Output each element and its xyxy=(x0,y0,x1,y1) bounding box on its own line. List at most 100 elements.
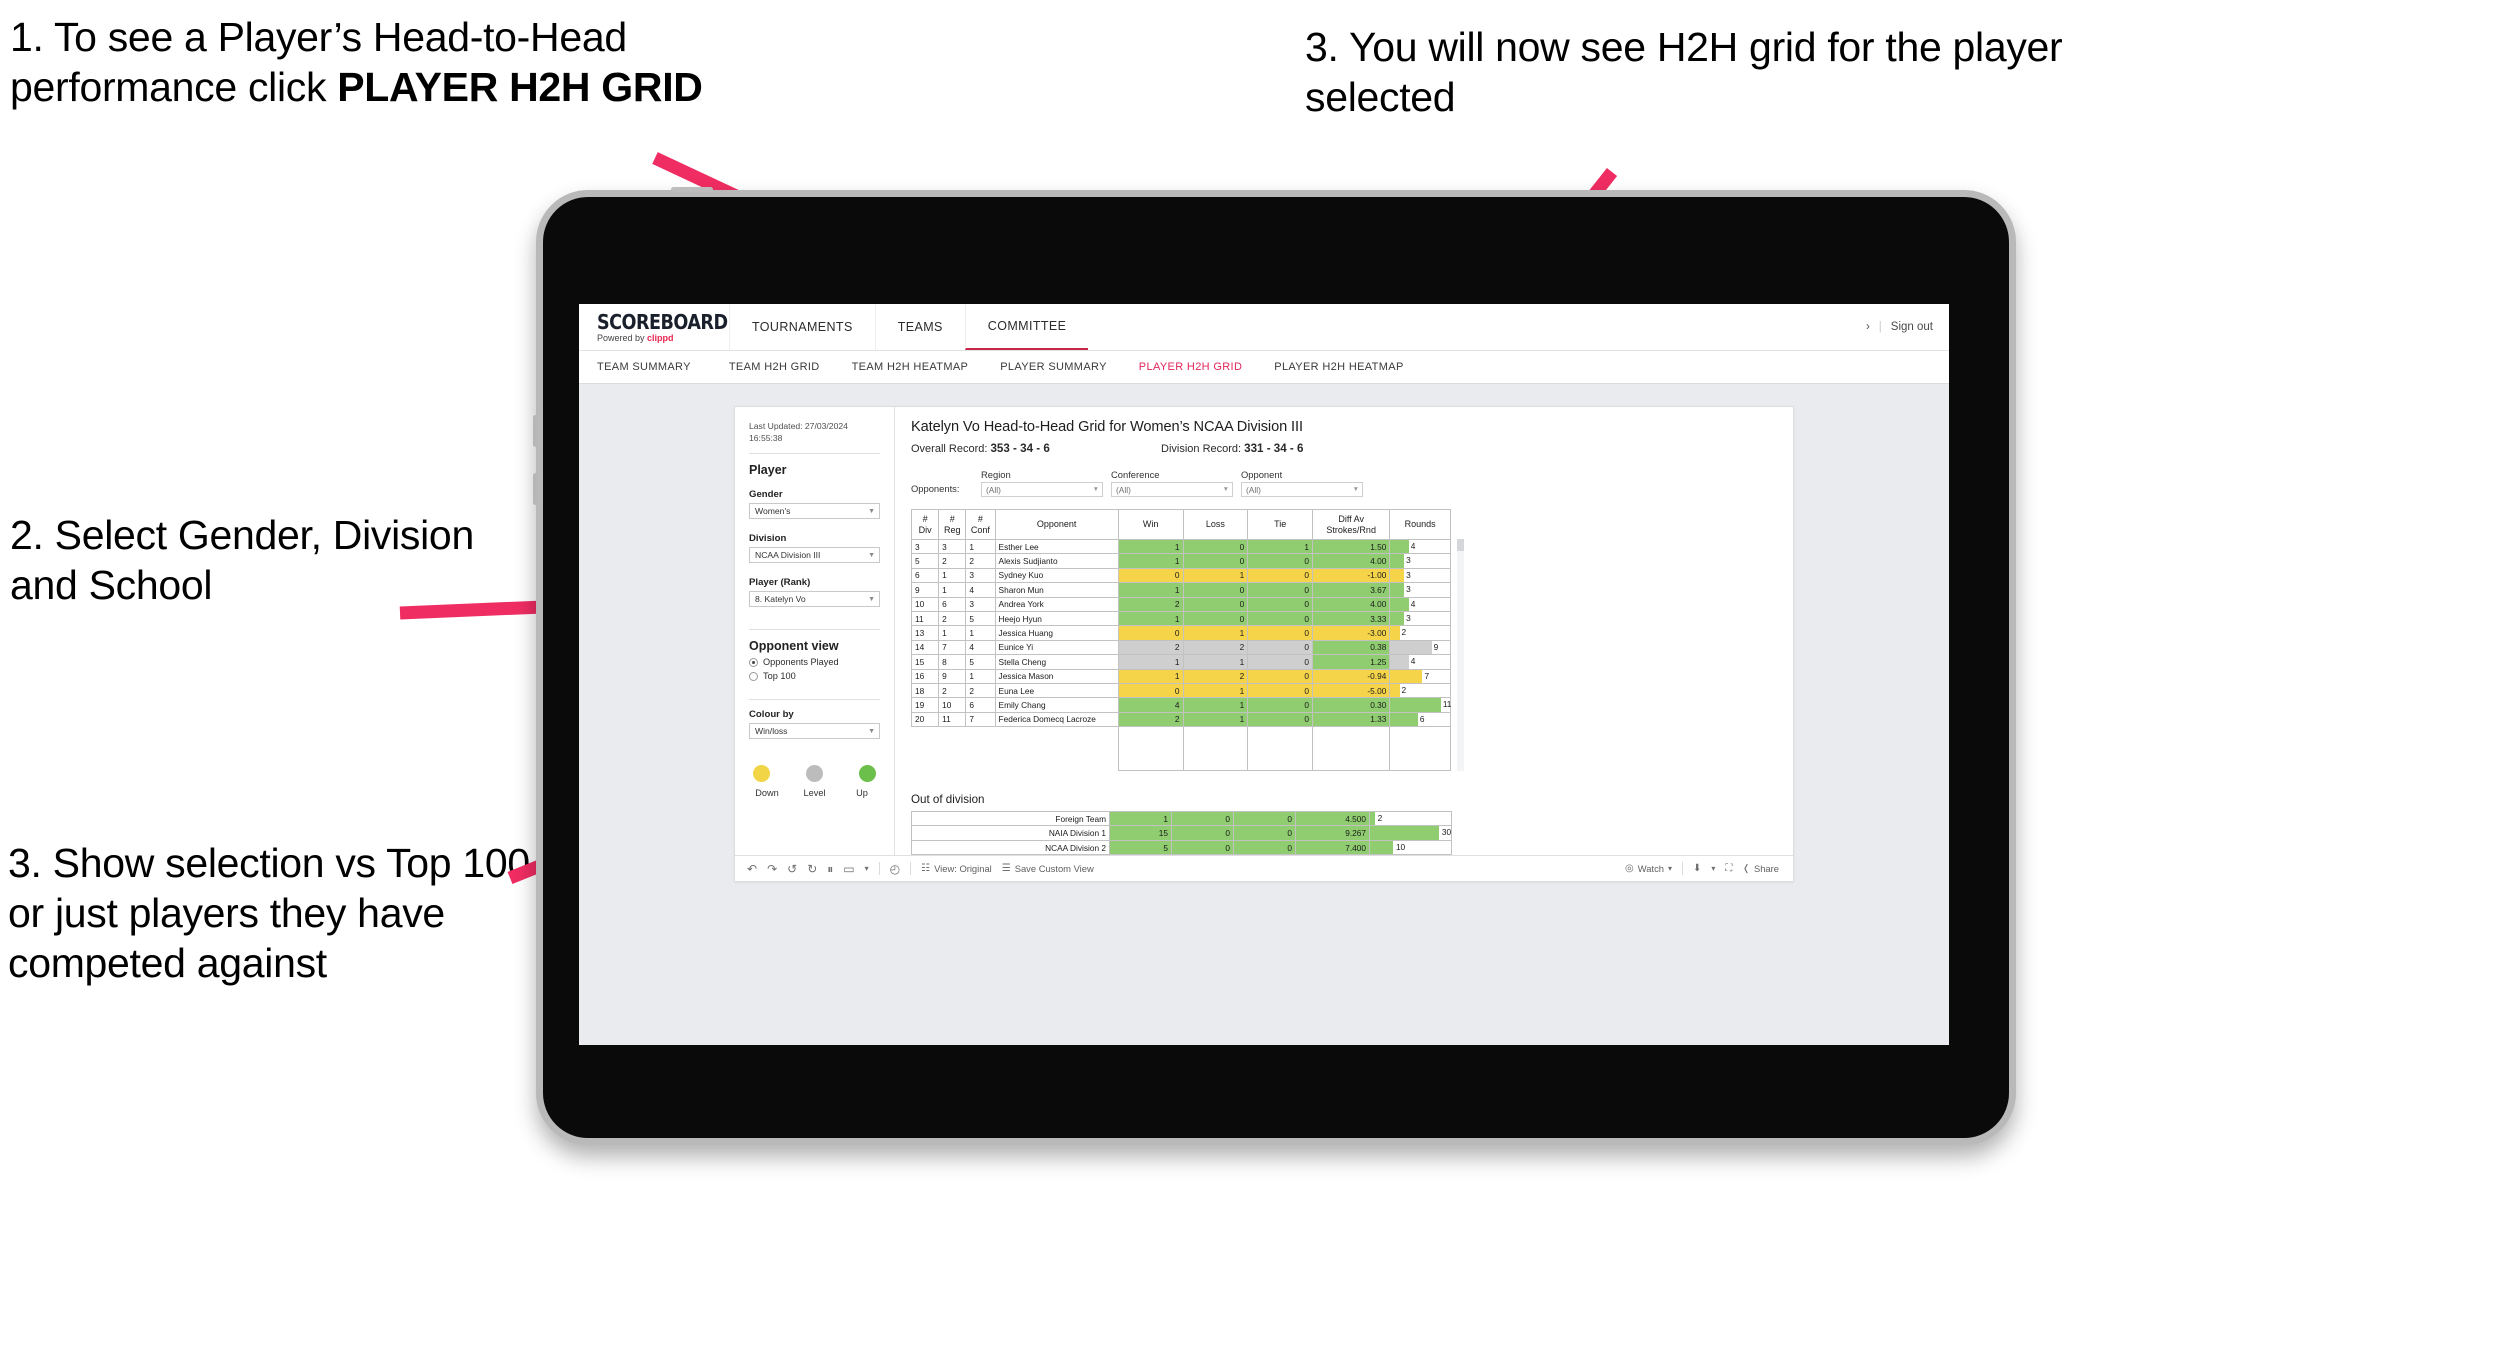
gender-label: Gender xyxy=(749,489,783,501)
account-chevron-icon[interactable]: › xyxy=(1866,321,1870,333)
clock-icon[interactable]: ◴ xyxy=(890,863,900,875)
fullscreen-icon[interactable]: ⛶ xyxy=(1725,863,1732,874)
cell-ood-tie: 0 xyxy=(1233,825,1296,841)
colour-legend-dots xyxy=(753,765,876,783)
annotation-3: 3. Show selection vs Top 100 or just pla… xyxy=(8,840,530,987)
revert-icon[interactable]: ↺ xyxy=(787,863,797,875)
radio-top-100[interactable]: Top 100 xyxy=(749,671,880,681)
gender-field: Gender Women's ▼ xyxy=(749,489,880,520)
slide-canvas: 1. To see a Player’s Head-to-Head perfor… xyxy=(0,0,2512,1352)
opponent-filter: Opponent (All) ▼ xyxy=(1241,469,1363,497)
cell-tie: 0 xyxy=(1247,654,1314,670)
view-original-button[interactable]: ☷ View: Original xyxy=(921,863,992,874)
table-row[interactable]: 16 9 1 Jessica Mason 1 2 0 -0.94 7 xyxy=(910,668,1451,684)
table-scrollbar-thumb[interactable] xyxy=(1457,539,1464,551)
cell-tie: 0 xyxy=(1247,582,1314,598)
cell-rounds: 3 xyxy=(1389,582,1451,598)
main-nav-tournaments[interactable]: TOURNAMENTS xyxy=(729,304,875,350)
table-row[interactable]: 5 2 2 Alexis Sudjianto 1 0 0 4.00 3 xyxy=(910,553,1451,569)
cell-tie: 1 xyxy=(1247,538,1314,555)
header-divider: | xyxy=(1878,321,1882,333)
cell-win: 2 xyxy=(1117,639,1184,656)
gender-select[interactable]: Women's ▼ xyxy=(749,503,880,520)
subnav-player-h2h-grid[interactable]: PLAYER H2H GRID xyxy=(1123,351,1258,384)
cell-div: 13 xyxy=(910,625,940,641)
save-custom-view-button[interactable]: ☰ Save Custom View xyxy=(1002,863,1094,874)
cell-ood-loss: 0 xyxy=(1171,839,1234,856)
player-rank-select[interactable]: 8. Katelyn Vo ▼ xyxy=(749,591,880,608)
subnav-team-summary[interactable]: TEAM SUMMARY xyxy=(597,351,713,384)
app-logo[interactable]: SCOREBOARD Powered by clippd xyxy=(597,312,729,343)
cell-rounds: 3 xyxy=(1389,567,1451,584)
table-scrollbar[interactable] xyxy=(1457,539,1464,772)
legend-label-down: Down xyxy=(755,788,779,799)
cell-loss: 2 xyxy=(1182,668,1249,684)
cell-ood-win: 5 xyxy=(1109,839,1172,856)
opponent-filters: Opponents: Region (All) ▼ Conference (Al… xyxy=(911,469,1777,497)
conference-filter-select[interactable]: (All) ▼ xyxy=(1111,482,1233,497)
col-loss: Loss xyxy=(1182,509,1249,540)
cell-reg: 2 xyxy=(938,553,967,569)
logo-subtitle-brand: clippd xyxy=(647,332,674,343)
main-nav-committee[interactable]: COMMITTEE xyxy=(964,304,1089,350)
download-icon[interactable]: ⬇ xyxy=(1693,863,1701,874)
table-row[interactable]: 3 3 1 Esther Lee 1 0 1 1.50 4 xyxy=(910,538,1451,555)
cell-opponent: Sydney Kuo xyxy=(994,567,1119,584)
refresh-icon[interactable]: ↻ xyxy=(807,863,817,875)
view-icon: ☷ xyxy=(921,862,931,874)
cell-rounds: 3 xyxy=(1389,553,1451,569)
cell-tie: 0 xyxy=(1247,567,1314,584)
table-row[interactable]: 19 10 6 Emily Chang 4 1 0 0.30 11 xyxy=(910,697,1451,713)
colour-by-select[interactable]: Win/loss ▼ xyxy=(749,723,880,740)
device-layout-icon[interactable]: ▭ xyxy=(843,863,854,875)
tablet-volume-down-button xyxy=(533,473,538,505)
cell-opponent: Stella Cheng xyxy=(994,654,1119,670)
chevron-down-icon[interactable]: ▾ xyxy=(1711,864,1715,873)
region-filter-select[interactable]: (All) ▼ xyxy=(981,482,1103,497)
annotation-1: 1. To see a Player’s Head-to-Head perfor… xyxy=(10,12,770,112)
pause-auto-update-icon[interactable]: ⏸ xyxy=(827,863,833,875)
cell-reg: 1 xyxy=(938,625,967,641)
logo-subtitle-prefix: Powered by xyxy=(597,332,648,343)
share-button[interactable]: ❬ Share xyxy=(1742,863,1779,874)
out-of-division-row[interactable]: NCAA Division 2 5 0 0 7.400 10 xyxy=(911,839,1452,856)
table-row[interactable]: 10 6 3 Andrea York 2 0 0 4.00 4 xyxy=(910,596,1451,612)
division-field: Division NCAA Division III ▼ xyxy=(749,533,880,564)
cell-reg: 2 xyxy=(938,610,967,627)
main-nav-teams[interactable]: TEAMS xyxy=(874,304,965,350)
cell-win: 1 xyxy=(1117,668,1184,684)
table-row[interactable]: 9 1 4 Sharon Mun 1 0 0 3.67 3 xyxy=(910,582,1451,598)
watch-button[interactable]: ◎ Watch ▾ xyxy=(1625,863,1672,874)
cell-loss: 1 xyxy=(1182,654,1249,670)
cell-tie: 0 xyxy=(1247,610,1314,627)
table-row[interactable]: 18 2 2 Euna Lee 0 1 0 -5.00 2 xyxy=(910,682,1451,699)
radio-opponents-played[interactable]: Opponents Played xyxy=(749,657,880,667)
opponent-filter-select[interactable]: (All) ▼ xyxy=(1241,482,1363,497)
subnav-team-h2h-heatmap[interactable]: TEAM H2H HEATMAP xyxy=(836,351,985,384)
table-row[interactable]: 14 7 4 Eunice Yi 2 2 0 0.38 9 xyxy=(910,639,1451,656)
table-row[interactable]: 13 1 1 Jessica Huang 0 1 0 -3.00 2 xyxy=(910,625,1451,641)
cell-conf: 1 xyxy=(965,625,996,641)
redo-icon[interactable]: ↷ xyxy=(767,863,777,875)
table-row[interactable]: 15 8 5 Stella Cheng 1 1 0 1.25 4 xyxy=(910,654,1451,670)
cell-opponent: Federica Domecq Lacroze xyxy=(994,711,1119,728)
subnav-player-h2h-heatmap[interactable]: PLAYER H2H HEATMAP xyxy=(1258,351,1419,384)
division-select[interactable]: NCAA Division III ▼ xyxy=(749,547,880,564)
app-header-right: › | Sign out xyxy=(1866,304,1933,350)
sign-out-link[interactable]: Sign out xyxy=(1891,321,1933,333)
table-row[interactable]: 6 1 3 Sydney Kuo 0 1 0 -1.00 3 xyxy=(910,567,1451,584)
app-header: SCOREBOARD Powered by clippd TOURNAMENTS… xyxy=(579,304,1949,351)
chevron-down-icon: ▼ xyxy=(868,507,875,515)
subnav-player-summary[interactable]: PLAYER SUMMARY xyxy=(984,351,1123,384)
cell-tie: 0 xyxy=(1247,553,1314,569)
cell-rounds: 9 xyxy=(1389,639,1451,656)
table-row[interactable]: 11 2 5 Heejo Hyun 1 0 0 3.33 3 xyxy=(910,610,1451,627)
cell-ood-tie: 0 xyxy=(1233,839,1296,856)
table-row[interactable]: 20 11 7 Federica Domecq Lacroze 2 1 0 1.33 6 xyxy=(910,711,1451,728)
out-of-division-row[interactable]: Foreign Team 1 0 0 4.500 2 xyxy=(911,811,1452,827)
cell-tie: 0 xyxy=(1247,697,1314,713)
out-of-division-row[interactable]: NAIA Division 1 15 0 0 9.267 30 xyxy=(911,825,1452,841)
chevron-down-icon[interactable]: ▾ xyxy=(865,864,869,873)
undo-icon[interactable]: ↶ xyxy=(747,863,757,875)
subnav-team-h2h-grid[interactable]: TEAM H2H GRID xyxy=(713,351,836,384)
